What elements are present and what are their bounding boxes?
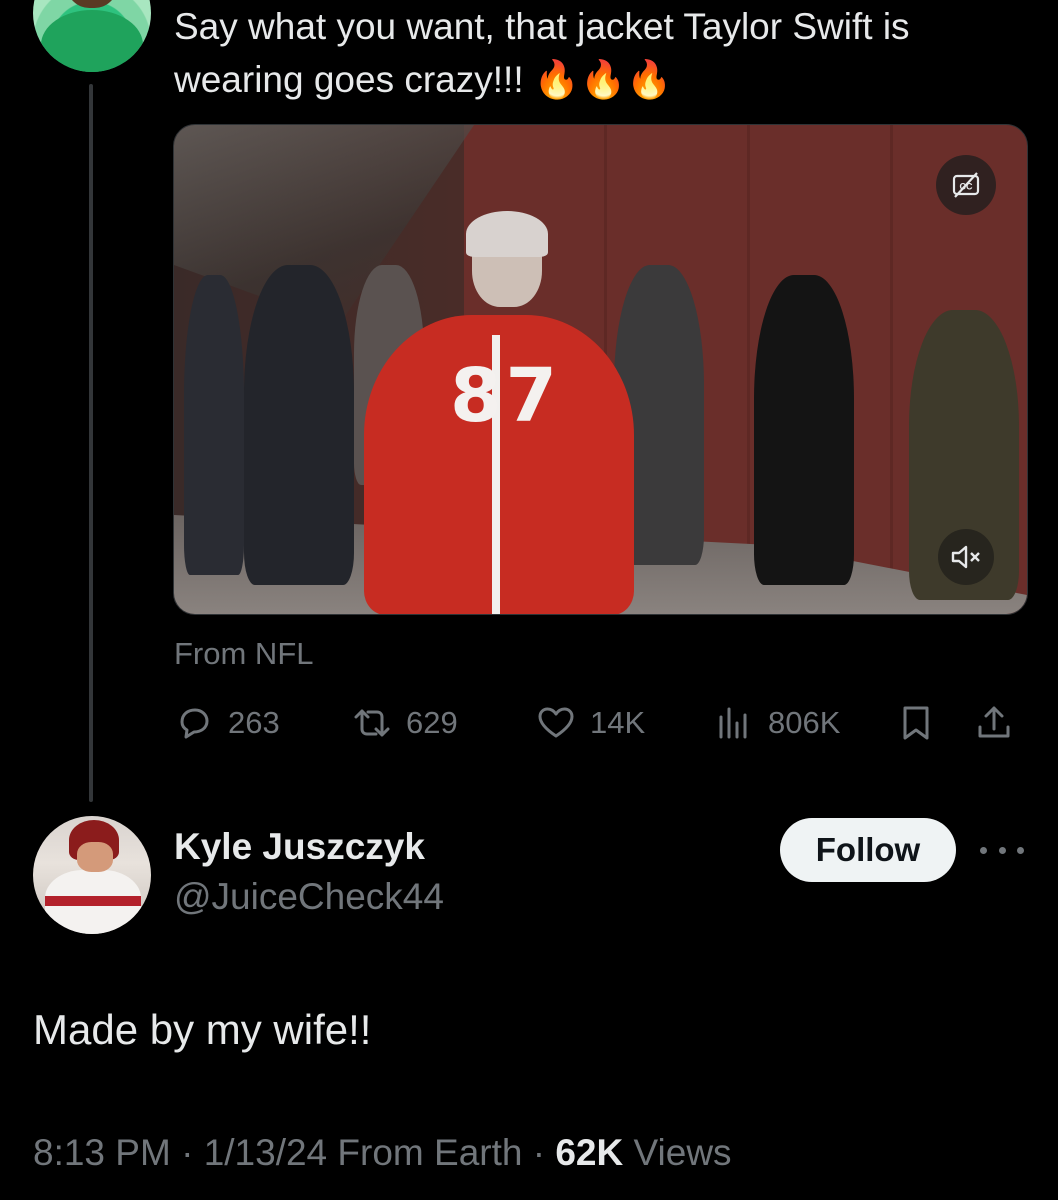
tweet-date[interactable]: 1/13/24	[204, 1132, 327, 1173]
repost-icon	[354, 709, 390, 737]
reply-icon	[180, 708, 209, 739]
video-red-jacket: 87	[364, 315, 634, 614]
video-officer	[754, 275, 854, 585]
speaker-muted-icon	[951, 545, 980, 569]
avatar-face	[77, 842, 113, 872]
more-dot-icon	[998, 846, 1006, 854]
jacket-number: 87	[450, 353, 561, 439]
reply-tweet-text: Made by my wife!!	[33, 1006, 372, 1053]
repost-count: 629	[406, 705, 458, 740]
tweet-views-count[interactable]: 62K	[555, 1132, 623, 1173]
share-icon	[978, 706, 1010, 738]
closed-captions-button[interactable]: CC	[936, 155, 996, 215]
reply-count: 263	[228, 705, 280, 740]
tweet-source: From Earth	[337, 1132, 523, 1173]
reply-display-name[interactable]: Kyle Juszczyk	[174, 826, 425, 868]
tweet-views-label: Views	[633, 1132, 732, 1173]
unmute-button[interactable]	[938, 529, 994, 585]
reply-author-avatar[interactable]	[33, 816, 151, 934]
more-dot-icon	[1017, 846, 1024, 854]
reply-handle[interactable]: @JuiceCheck44	[174, 876, 444, 918]
tweet-metadata: 8:13 PM · 1/13/24 From Earth · 62K Views	[33, 1132, 732, 1174]
analytics-icon	[719, 707, 747, 739]
avatar-jersey-stripe	[45, 896, 141, 906]
view-count: 806K	[768, 705, 841, 740]
bookmark-button[interactable]	[896, 700, 936, 746]
reply-button[interactable]: 263	[174, 700, 280, 746]
tweet-time[interactable]: 8:13 PM	[33, 1132, 171, 1173]
video-source-label[interactable]: From NFL	[174, 636, 314, 672]
bookmark-icon	[903, 706, 929, 740]
heart-icon	[538, 707, 574, 738]
follow-button[interactable]: Follow	[780, 818, 956, 882]
meta-separator: ·	[181, 1132, 204, 1173]
parent-tweet-text: Say what you want, that jacket Taylor Sw…	[174, 6, 910, 100]
author-avatar[interactable]	[33, 0, 151, 72]
video-person	[184, 275, 244, 575]
video-person	[244, 265, 354, 585]
closed-captions-icon: CC	[952, 172, 980, 198]
share-button[interactable]	[974, 700, 1014, 746]
avatar-face	[67, 0, 117, 8]
views-button[interactable]: 806K	[714, 700, 840, 746]
repost-button[interactable]: 629	[352, 700, 458, 746]
more-options-button[interactable]	[980, 836, 1024, 864]
avatar-shirt	[41, 10, 143, 72]
video-beanie	[466, 211, 548, 257]
tweet-thread: Say what you want, that jacket Taylor Sw…	[0, 0, 1058, 1200]
meta-separator: ·	[532, 1132, 556, 1173]
video-player[interactable]: 87 CC	[173, 124, 1028, 615]
like-count: 14K	[590, 705, 646, 740]
tweet-action-bar: 263 629 14K 806K	[174, 700, 1024, 748]
like-button[interactable]: 14K	[536, 700, 645, 746]
more-dot-icon	[980, 846, 987, 854]
thread-connector-line	[89, 84, 93, 802]
